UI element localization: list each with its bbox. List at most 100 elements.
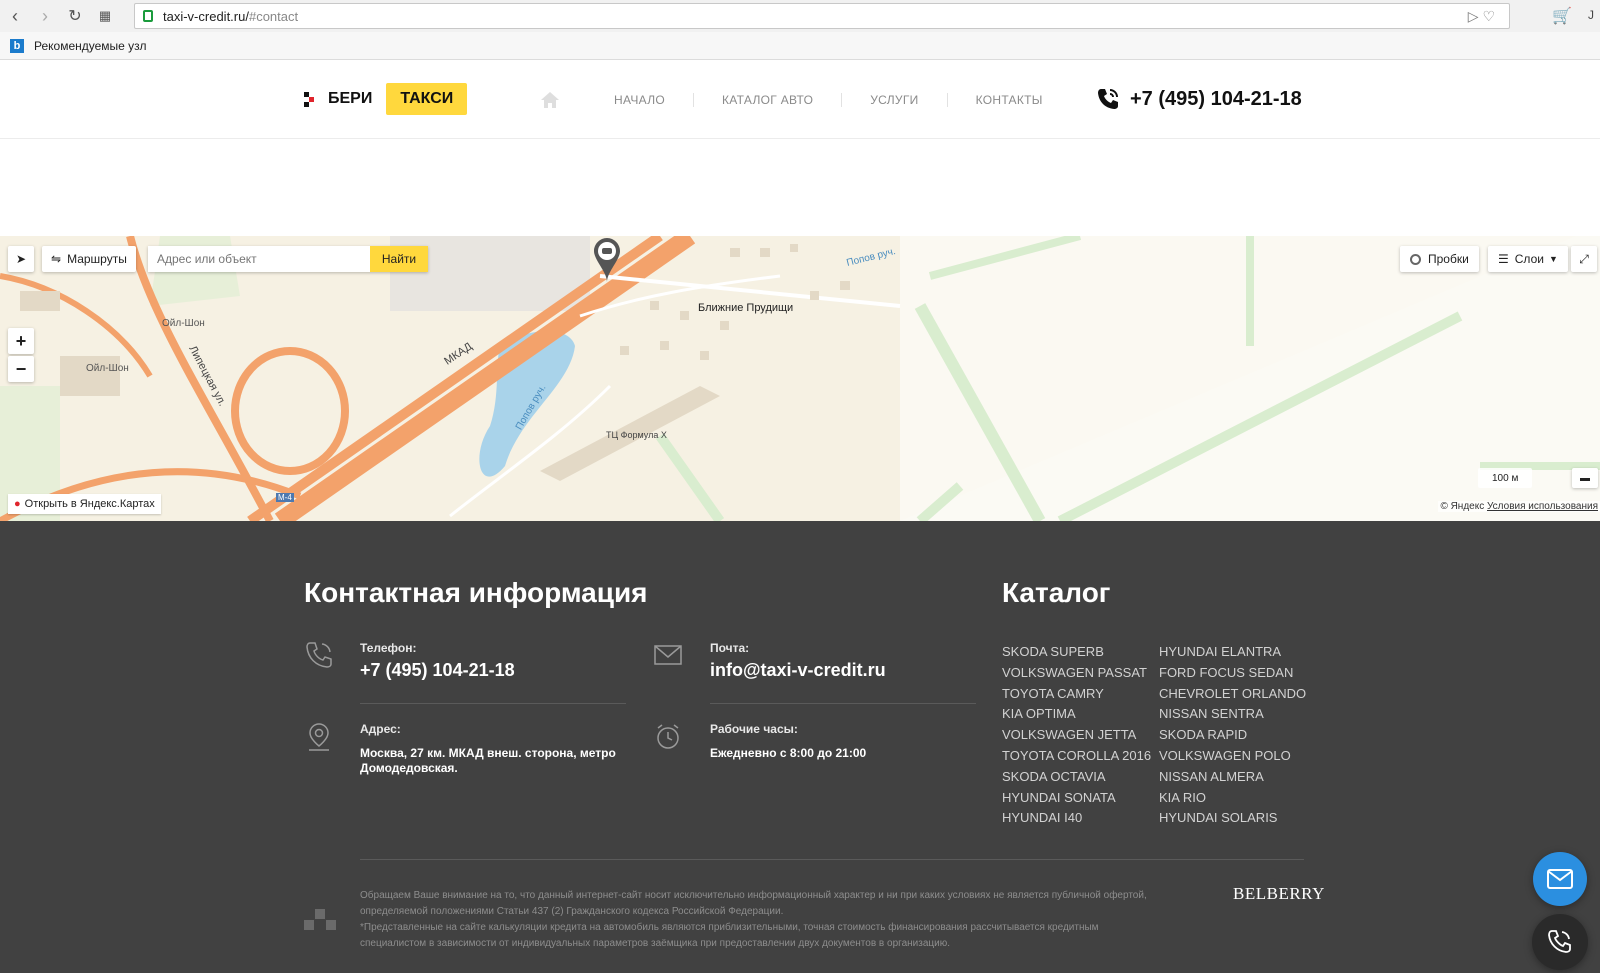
copyright-text: © Яндекс: [1440, 501, 1485, 512]
mail-value[interactable]: info@taxi-v-credit.ru: [710, 660, 886, 681]
disclaimer-line-1: Обращаем Ваше внимание на то, что данный…: [360, 890, 1147, 901]
zoom-in-icon[interactable]: +: [8, 328, 34, 354]
divider: [710, 703, 976, 704]
layers-button[interactable]: ☰ Слои ▼: [1488, 246, 1568, 272]
ruler-icon[interactable]: ▬: [1572, 468, 1598, 488]
catalog-link[interactable]: HYUNDAI SONATA: [1002, 788, 1151, 809]
catalog-link[interactable]: VOLKSWAGEN JETTA: [1002, 725, 1151, 746]
bookmark-heart-icon[interactable]: ▷ ♡: [1468, 8, 1495, 25]
envelope-icon: [1547, 869, 1573, 889]
catalog-link[interactable]: SKODA RAPID: [1159, 725, 1306, 746]
catalog-link[interactable]: KIA RIO: [1159, 788, 1306, 809]
header-phone-number: +7 (495) 104-21-18: [1130, 87, 1302, 110]
map-label-oil-2: Ойл-Шон: [86, 363, 129, 374]
mail-label: Почта:: [710, 641, 750, 655]
forward-icon[interactable]: ›: [30, 0, 60, 32]
map-label-formula: ТЦ Формула Х: [606, 430, 667, 440]
logo-pill: ТАКСИ: [386, 83, 468, 115]
phone-label: Телефон:: [360, 641, 417, 655]
traffic-label: Пробки: [1428, 252, 1469, 266]
map-scale: 100 м: [1478, 468, 1533, 488]
url-fragment: #contact: [248, 8, 299, 24]
lock-icon: [143, 10, 153, 22]
contacts-title: Контактная информация: [304, 577, 648, 608]
catalog-link[interactable]: HYUNDAI ELANTRA: [1159, 642, 1306, 663]
catalog-link[interactable]: SKODA OCTAVIA: [1002, 767, 1151, 788]
logo-mark-icon: [304, 92, 318, 107]
catalog-link[interactable]: HYUNDAI I40: [1002, 808, 1151, 829]
mail-outline-icon: [653, 640, 683, 670]
catalog-column-1: SKODA SUPERB VOLKSWAGEN PASSAT TOYOTA CA…: [1002, 642, 1151, 829]
hours-value: Ежедневно с 8:00 до 21:00: [710, 746, 867, 760]
geolocation-icon[interactable]: ➤: [8, 246, 34, 272]
main-nav: НАЧАЛО КАТАЛОГ АВТО УСЛУГИ КОНТАКТЫ: [540, 91, 1071, 109]
map-copyright: © Яндекс Условия использования: [1438, 501, 1600, 512]
terms-link[interactable]: Условия использования: [1487, 501, 1598, 512]
catalog-link[interactable]: TOYOTA CAMRY: [1002, 684, 1151, 705]
routes-label: Маршруты: [67, 252, 127, 266]
map-canvas: [0, 236, 1600, 521]
logo-word: БЕРИ: [328, 90, 373, 107]
yandex-map[interactable]: МКАД Липецкая ул. Ближние Прудищи ТЦ Фор…: [0, 236, 1600, 521]
map-search-input[interactable]: [148, 246, 370, 272]
address-line-2: Домодедовская.: [360, 761, 458, 775]
reload-icon[interactable]: ↻: [60, 0, 90, 32]
catalog-link[interactable]: NISSAN ALMERA: [1159, 767, 1306, 788]
developer-logo[interactable]: BELBERRY: [1233, 884, 1325, 904]
map-label-blizhnie: Ближние Прудищи: [698, 302, 794, 314]
route-icon: ⇋: [51, 252, 62, 266]
nav-item-catalog[interactable]: КАТАЛОГ АВТО: [694, 93, 843, 107]
traffic-button[interactable]: Пробки: [1400, 246, 1479, 272]
bing-icon: b: [10, 38, 24, 53]
map-search: Найти: [148, 246, 428, 272]
open-yandex-maps-link[interactable]: ● Открыть в Яндекс.Картах: [8, 494, 161, 514]
catalog-link[interactable]: NISSAN SENTRA: [1159, 704, 1306, 725]
nav-item-contacts[interactable]: КОНТАКТЫ: [948, 93, 1071, 107]
home-icon[interactable]: [540, 91, 560, 109]
routes-button[interactable]: ⇋ Маршруты: [42, 246, 136, 272]
disclaimer: Обращаем Ваше внимание на то, что данный…: [360, 888, 1220, 952]
bookmarks-bar: b Рекомендуемые узл: [0, 32, 1600, 60]
mail-fab-button[interactable]: [1533, 852, 1587, 906]
phone-value[interactable]: +7 (495) 104-21-18: [360, 660, 515, 681]
find-button[interactable]: Найти: [370, 246, 428, 272]
back-icon[interactable]: ‹: [0, 0, 30, 32]
phone-icon: [1096, 87, 1120, 111]
logo[interactable]: БЕРИ ТАКСИ: [304, 83, 468, 115]
catalog-link[interactable]: TOYOTA COROLLA 2016: [1002, 746, 1151, 767]
disclaimer-line-4: специалистом в зависимости от индивидуал…: [360, 938, 950, 949]
site-header: БЕРИ ТАКСИ НАЧАЛО КАТАЛОГ АВТО УСЛУГИ КО…: [0, 61, 1600, 139]
call-fab-button[interactable]: [1532, 914, 1588, 970]
nav-item-start[interactable]: НАЧАЛО: [586, 93, 695, 107]
alarm-clock-icon: [653, 722, 683, 752]
bookmark-recommended[interactable]: Рекомендуемые узл: [34, 39, 147, 53]
tabs-grid-icon[interactable]: ▦: [90, 0, 120, 32]
catalog-link[interactable]: KIA OPTIMA: [1002, 704, 1151, 725]
phone-call-icon: [1548, 930, 1571, 953]
profile-icon[interactable]: J: [1588, 8, 1594, 22]
open-yandex-maps-label: Открыть в Яндекс.Картах: [24, 498, 155, 510]
disclaimer-line-3: *Представленные на сайте калькуляции кре…: [360, 922, 1099, 933]
catalog-link[interactable]: SKODA SUPERB: [1002, 642, 1151, 663]
zoom-out-icon[interactable]: −: [8, 356, 34, 382]
map-label-oil-1: Ойл-Шон: [162, 318, 205, 329]
catalog-link[interactable]: FORD FOCUS SEDAN: [1159, 663, 1306, 684]
fullscreen-icon[interactable]: ⤢: [1571, 246, 1597, 272]
cart-icon[interactable]: 🛒: [1552, 6, 1572, 25]
footer-divider: [360, 859, 1304, 860]
footer-logo-icon: [304, 909, 336, 931]
chevron-down-icon: ▼: [1548, 254, 1558, 264]
catalog-link[interactable]: VOLKSWAGEN PASSAT: [1002, 663, 1151, 684]
map-label-m4: М-4: [276, 493, 294, 502]
catalog-column-2: HYUNDAI ELANTRA FORD FOCUS SEDAN CHEVROL…: [1159, 642, 1306, 829]
map-pin-icon[interactable]: [594, 238, 620, 282]
address-bar[interactable]: taxi-v-credit.ru/ #contact ▷ ♡: [134, 3, 1510, 29]
catalog-link[interactable]: VOLKSWAGEN POLO: [1159, 746, 1306, 767]
disclaimer-line-2: определяемой положениями Статьи 437 (2) …: [360, 906, 784, 917]
catalog-link[interactable]: CHEVROLET ORLANDO: [1159, 684, 1306, 705]
hours-label: Рабочие часы:: [710, 722, 798, 736]
header-phone[interactable]: +7 (495) 104-21-18: [1096, 87, 1302, 111]
nav-item-services[interactable]: УСЛУГИ: [842, 93, 948, 107]
map-marker-icon: ●: [14, 498, 21, 510]
catalog-link[interactable]: HYUNDAI SOLARIS: [1159, 808, 1306, 829]
